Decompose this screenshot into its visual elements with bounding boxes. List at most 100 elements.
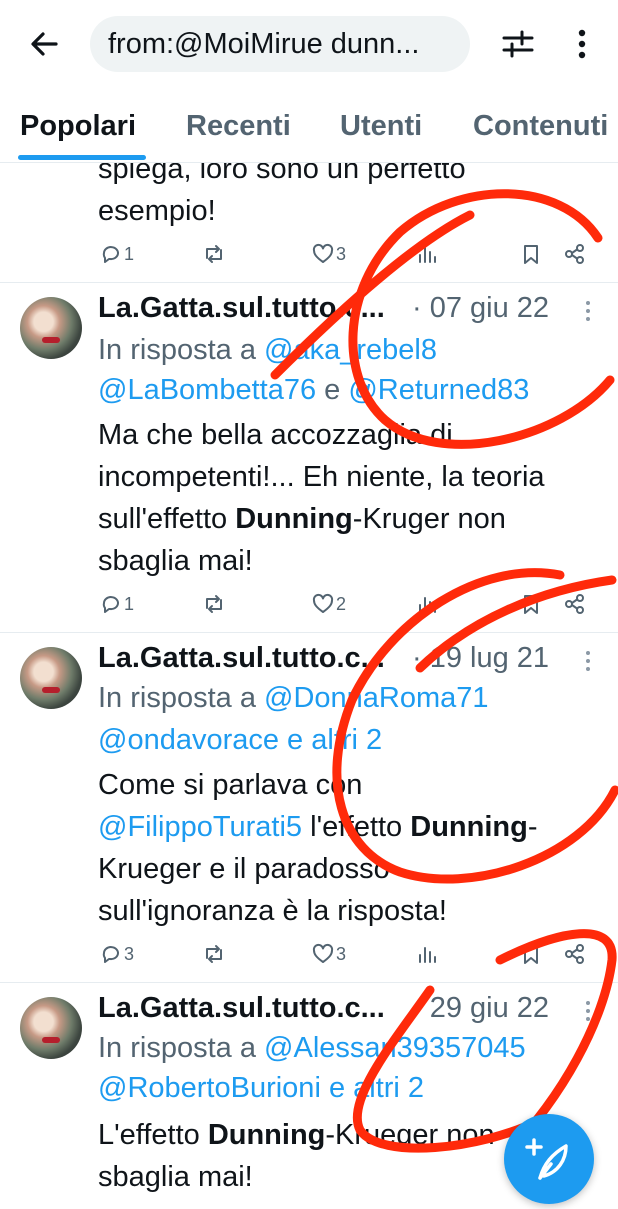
top-bar: from:@MoiMirue dunn... <box>0 0 618 92</box>
tweet-more-button[interactable] <box>578 996 598 1026</box>
like-icon <box>312 943 334 963</box>
like-count: 3 <box>336 243 347 264</box>
reply-context: In risposta a @aka_rebel8 <box>98 330 437 370</box>
mention-link[interactable]: @ondavorace <box>98 724 279 756</box>
highlighted-keyword: Dunning <box>235 503 353 535</box>
mention-link[interactable]: @FilippoTurati5 <box>98 811 302 843</box>
tab-contenuti[interactable]: Contenuti <box>473 110 608 143</box>
avatar[interactable] <box>20 997 82 1059</box>
avatar[interactable] <box>20 297 82 359</box>
tweet-author[interactable]: La.Gatta.sul.tutto.c... <box>98 292 385 325</box>
bookmark-icon <box>524 945 538 964</box>
text-span: sull'effetto <box>98 503 236 535</box>
compose-button[interactable] <box>504 1114 594 1204</box>
search-filter-button[interactable] <box>496 22 540 66</box>
text-span: - <box>527 811 538 843</box>
like-count: 3 <box>336 943 347 964</box>
others-link[interactable]: e altri 2 <box>321 1072 424 1104</box>
tweet-text-line: Come si parlava con <box>98 769 363 801</box>
search-results-feed: spiega, loro sono un perfetto esempio! 1… <box>0 0 618 1200</box>
mention-link[interactable]: @DonnaRoma71 <box>264 682 489 714</box>
search-query-text: from:@MoiMirue dunn... <box>108 27 420 60</box>
more-options-button[interactable] <box>560 22 604 66</box>
back-button[interactable] <box>22 22 66 66</box>
text-span: l'effetto <box>302 811 411 843</box>
avatar[interactable] <box>20 647 82 709</box>
bookmark-button[interactable] <box>520 234 542 274</box>
tweet-author[interactable]: La.Gatta.sul.tutto.c... <box>98 642 385 675</box>
retweet-button[interactable] <box>202 584 226 624</box>
bookmark-button[interactable] <box>520 934 542 974</box>
more-vertical-icon <box>586 301 590 321</box>
text-span: -Kruger non <box>352 503 506 535</box>
views-icon <box>419 597 436 613</box>
bookmark-icon <box>524 245 538 264</box>
tweet-text-line: @FilippoTurati5 l'effetto Dunning- <box>98 806 538 848</box>
reply-button[interactable]: 3 <box>100 934 134 974</box>
like-button[interactable]: 3 <box>312 934 346 974</box>
retweet-icon <box>206 595 222 613</box>
tab-recenti[interactable]: Recenti <box>186 110 291 143</box>
share-icon <box>565 244 584 264</box>
tweet-date[interactable]: · 19 lug 21 <box>412 642 549 675</box>
tweet-actions: 1 2 <box>0 584 618 624</box>
reply-icon <box>102 946 119 963</box>
tab-utenti[interactable]: Utenti <box>340 110 422 143</box>
bookmark-icon <box>524 595 538 614</box>
tweet-actions: 3 3 <box>0 934 618 974</box>
reply-context: In risposta a @Alessan39357045 <box>98 1028 526 1068</box>
highlighted-keyword: Dunning <box>207 1119 326 1151</box>
like-button[interactable]: 2 <box>312 584 346 624</box>
reply-icon <box>102 246 119 263</box>
share-button[interactable] <box>564 234 586 274</box>
compose-icon <box>525 1138 568 1180</box>
bookmark-button[interactable] <box>520 584 542 624</box>
retweet-button[interactable] <box>202 934 226 974</box>
partial-tweet-line: esempio! <box>98 195 216 227</box>
back-arrow-icon <box>31 32 58 56</box>
tweet-author[interactable]: La.Gatta.sul.tutto.c... <box>98 992 385 1025</box>
reply-count: 3 <box>124 943 135 964</box>
mention-link[interactable]: @Returned83 <box>348 374 529 406</box>
tweet-date[interactable]: · 07 giu 22 <box>412 292 549 325</box>
tweet-divider <box>0 982 618 983</box>
text-span: -Krueger non <box>325 1119 495 1151</box>
share-button[interactable] <box>564 584 586 624</box>
reply-button[interactable]: 1 <box>100 234 134 274</box>
tweet-text-line: sull'effetto Dunning-Kruger non <box>98 498 506 540</box>
more-vertical-icon <box>586 1001 590 1021</box>
more-vertical-icon <box>578 29 586 59</box>
views-button[interactable] <box>416 584 438 624</box>
tab-popolari[interactable]: Popolari <box>20 110 136 143</box>
tweet-divider <box>0 282 618 283</box>
tweet-more-button[interactable] <box>578 646 598 676</box>
reply-count: 1 <box>124 243 135 264</box>
tweet-more-button[interactable] <box>578 296 598 326</box>
reply-prefix: In risposta a <box>98 334 265 366</box>
search-tabs: Popolari Recenti Utenti Contenuti <box>0 92 618 163</box>
tweet-text-line: sull'ignoranza è la risposta! <box>98 895 447 927</box>
reply-connector: e <box>316 374 349 406</box>
others-link[interactable]: e altri 2 <box>279 724 382 756</box>
reply-button[interactable]: 1 <box>100 584 134 624</box>
tweet-text-line: L'effetto Dunning-Krueger non <box>98 1114 495 1156</box>
share-button[interactable] <box>564 934 586 974</box>
share-icon <box>565 594 584 614</box>
tweet-date[interactable]: · 29 giu 22 <box>412 992 549 1025</box>
retweet-icon <box>206 245 222 263</box>
mention-link[interactable]: @RobertoBurioni <box>98 1072 321 1104</box>
like-count: 2 <box>336 593 347 614</box>
retweet-button[interactable] <box>202 234 226 274</box>
reply-icon <box>102 596 119 613</box>
like-button[interactable]: 3 <box>312 234 346 274</box>
mention-link[interactable]: @aka_rebel8 <box>264 334 437 366</box>
share-icon <box>565 944 584 964</box>
mention-link[interactable]: @LaBombetta76 <box>98 374 316 406</box>
highlighted-keyword: Dunning <box>410 811 528 843</box>
mention-link[interactable]: @Alessan39357045 <box>264 1032 526 1064</box>
views-button[interactable] <box>416 934 438 974</box>
tweet-actions: 1 3 <box>0 234 618 274</box>
views-button[interactable] <box>416 234 438 274</box>
search-input[interactable]: from:@MoiMirue dunn... <box>90 16 470 72</box>
like-icon <box>312 593 334 613</box>
